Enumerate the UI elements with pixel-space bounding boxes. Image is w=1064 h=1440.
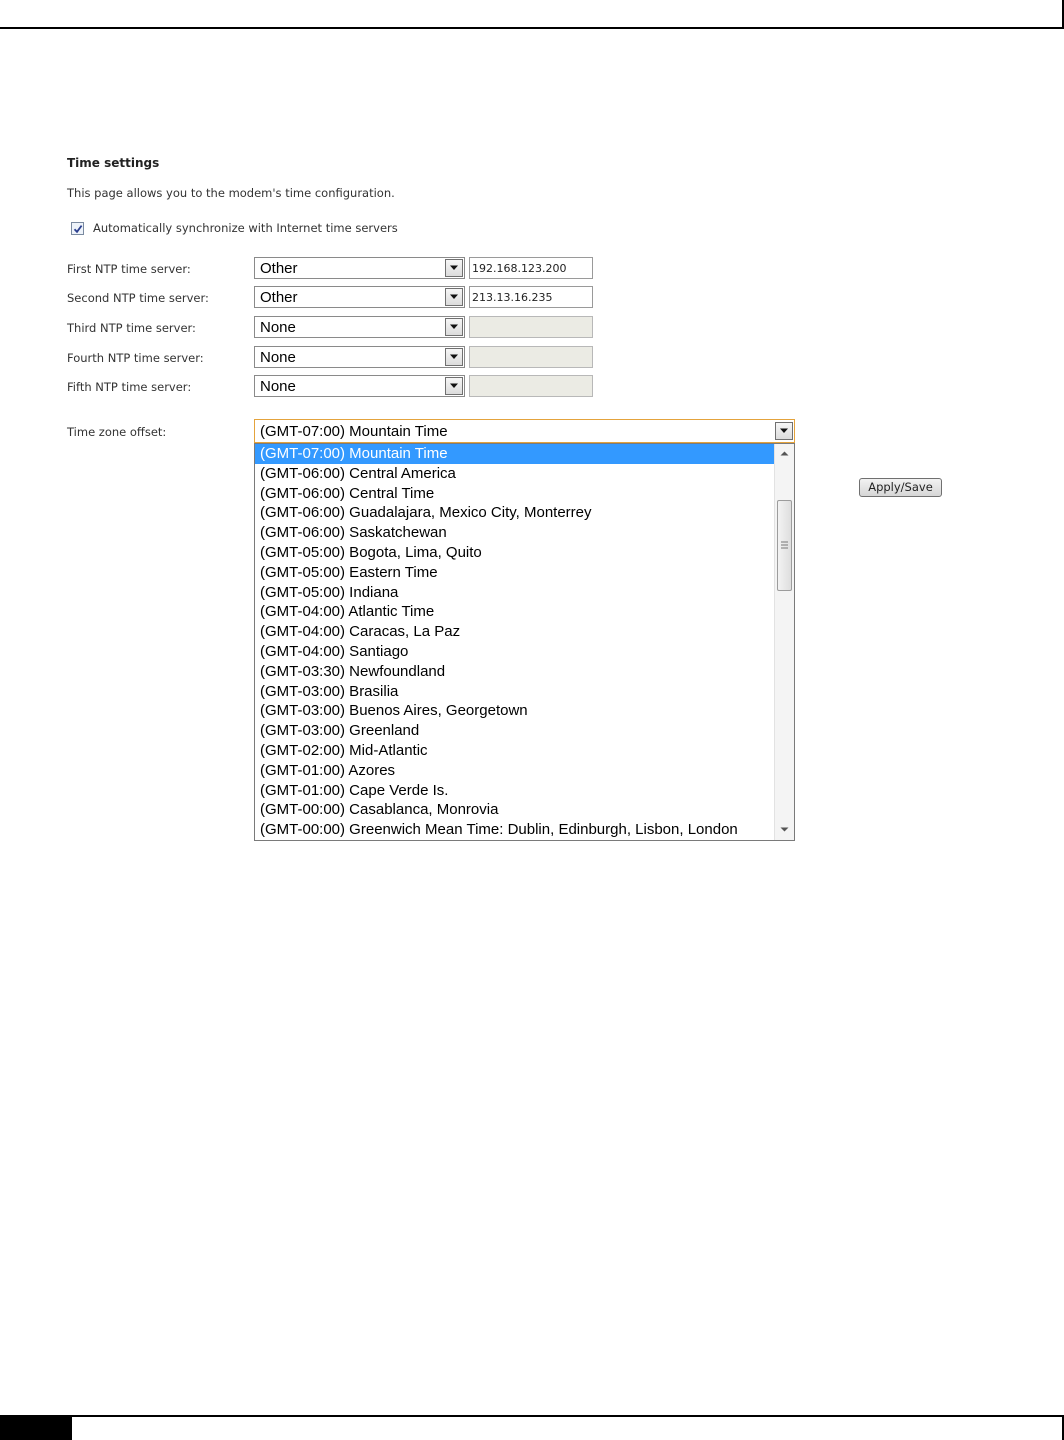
arrow-up-icon	[780, 451, 789, 456]
timezone-dropdown-list[interactable]: (GMT-07:00) Mountain Time (GMT-06:00) Cen…	[254, 443, 795, 841]
select-value: Other	[260, 289, 298, 306]
select-value: None	[260, 378, 296, 395]
arrow-down-icon	[780, 827, 789, 832]
ntp-row-fourth: Fourth NTP time server: None	[0, 346, 1064, 370]
chevron-down-icon	[450, 265, 458, 270]
timezone-options: (GMT-07:00) Mountain Time (GMT-06:00) Cen…	[255, 444, 774, 840]
ntp-server-select[interactable]: Other	[254, 257, 465, 279]
select-value: None	[260, 319, 296, 336]
timezone-option[interactable]: (GMT-02:00) Mid-Atlantic	[255, 741, 774, 761]
scroll-down-button[interactable]	[775, 821, 794, 839]
chevron-down-icon	[450, 324, 458, 329]
timezone-label: Time zone offset:	[67, 425, 167, 439]
timezone-option[interactable]: (GMT-07:00) Mountain Time	[255, 444, 774, 464]
timezone-option[interactable]: (GMT-06:00) Saskatchewan	[255, 523, 774, 543]
timezone-select-value: (GMT-07:00) Mountain Time	[260, 423, 448, 440]
dropdown-scrollbar[interactable]	[774, 444, 794, 840]
dropdown-button[interactable]	[445, 348, 463, 366]
dropdown-button[interactable]	[445, 288, 463, 306]
timezone-option[interactable]: (GMT-05:00) Eastern Time	[255, 563, 774, 583]
ntp-label: Second NTP time server:	[67, 291, 209, 305]
ntp-row-first: First NTP time server: Other 192.168.123…	[0, 257, 1064, 281]
ntp-server-address-input[interactable]: 213.13.16.235	[469, 286, 593, 308]
timezone-option[interactable]: (GMT-03:00) Greenland	[255, 721, 774, 741]
timezone-select[interactable]: (GMT-07:00) Mountain Time	[254, 419, 795, 443]
timezone-option[interactable]: (GMT-04:00) Santiago	[255, 642, 774, 662]
ntp-server-select[interactable]: None	[254, 316, 465, 338]
timezone-option[interactable]: (GMT-03:00) Brasilia	[255, 682, 774, 702]
dropdown-button[interactable]	[445, 318, 463, 336]
timezone-option[interactable]: (GMT-04:00) Atlantic Time	[255, 602, 774, 622]
page-number-tab	[0, 1417, 72, 1440]
ntp-label: Fifth NTP time server:	[67, 380, 192, 394]
header-frame	[0, 0, 1064, 29]
ntp-label: Fourth NTP time server:	[67, 351, 204, 365]
chevron-down-icon	[450, 383, 458, 388]
sync-checkbox[interactable]	[71, 221, 84, 235]
sync-option[interactable]: Automatically synchronize with Internet …	[71, 219, 398, 237]
footer-frame	[0, 1415, 1064, 1440]
chevron-down-icon	[450, 294, 458, 299]
page-description: This page allows you to the modem's time…	[67, 186, 395, 200]
ntp-server-address-input	[469, 375, 593, 397]
ntp-server-select[interactable]: Other	[254, 286, 465, 308]
timezone-option[interactable]: (GMT-06:00) Central America	[255, 464, 774, 484]
dropdown-button[interactable]	[445, 377, 463, 395]
apply-save-button[interactable]: Apply/Save	[859, 478, 942, 497]
ntp-label: First NTP time server:	[67, 262, 191, 276]
timezone-option[interactable]: (GMT-01:00) Cape Verde Is.	[255, 781, 774, 801]
ntp-server-address-input	[469, 346, 593, 368]
chevron-down-icon	[780, 428, 788, 433]
timezone-option[interactable]: (GMT-06:00) Guadalajara, Mexico City, Mo…	[255, 503, 774, 523]
ntp-server-address-input	[469, 316, 593, 338]
scroll-up-button[interactable]	[775, 445, 794, 463]
check-icon	[73, 224, 83, 233]
scroll-thumb[interactable]	[777, 500, 792, 591]
timezone-option[interactable]: (GMT-03:30) Newfoundland	[255, 662, 774, 682]
chevron-down-icon	[450, 354, 458, 359]
timezone-option[interactable]: (GMT-03:00) Buenos Aires, Georgetown	[255, 701, 774, 721]
ntp-server-address-input[interactable]: 192.168.123.200	[469, 257, 593, 279]
ntp-label: Third NTP time server:	[67, 321, 196, 335]
grip-icon	[781, 541, 788, 549]
timezone-option[interactable]: (GMT-06:00) Central Time	[255, 484, 774, 504]
dropdown-button[interactable]	[445, 259, 463, 277]
select-value: Other	[260, 260, 298, 277]
sync-label: Automatically synchronize with Internet …	[93, 221, 398, 235]
timezone-option[interactable]: (GMT-04:00) Caracas, La Paz	[255, 622, 774, 642]
select-value: None	[260, 349, 296, 366]
ntp-row-third: Third NTP time server: None	[0, 316, 1064, 340]
timezone-option[interactable]: (GMT-05:00) Bogota, Lima, Quito	[255, 543, 774, 563]
ntp-row-second: Second NTP time server: Other 213.13.16.…	[0, 286, 1064, 310]
ntp-server-select[interactable]: None	[254, 375, 465, 397]
dropdown-button[interactable]	[775, 422, 793, 440]
page-title: Time settings	[67, 156, 160, 170]
document-page: Time settings This page allows you to th…	[0, 0, 1064, 1440]
ntp-server-select[interactable]: None	[254, 346, 465, 368]
timezone-option[interactable]: (GMT-01:00) Azores	[255, 761, 774, 781]
timezone-option[interactable]: (GMT-00:00) Casablanca, Monrovia	[255, 800, 774, 820]
timezone-option[interactable]: (GMT-00:00) Greenwich Mean Time: Dublin,…	[255, 820, 774, 840]
ntp-row-fifth: Fifth NTP time server: None	[0, 375, 1064, 399]
timezone-option[interactable]: (GMT-05:00) Indiana	[255, 583, 774, 603]
